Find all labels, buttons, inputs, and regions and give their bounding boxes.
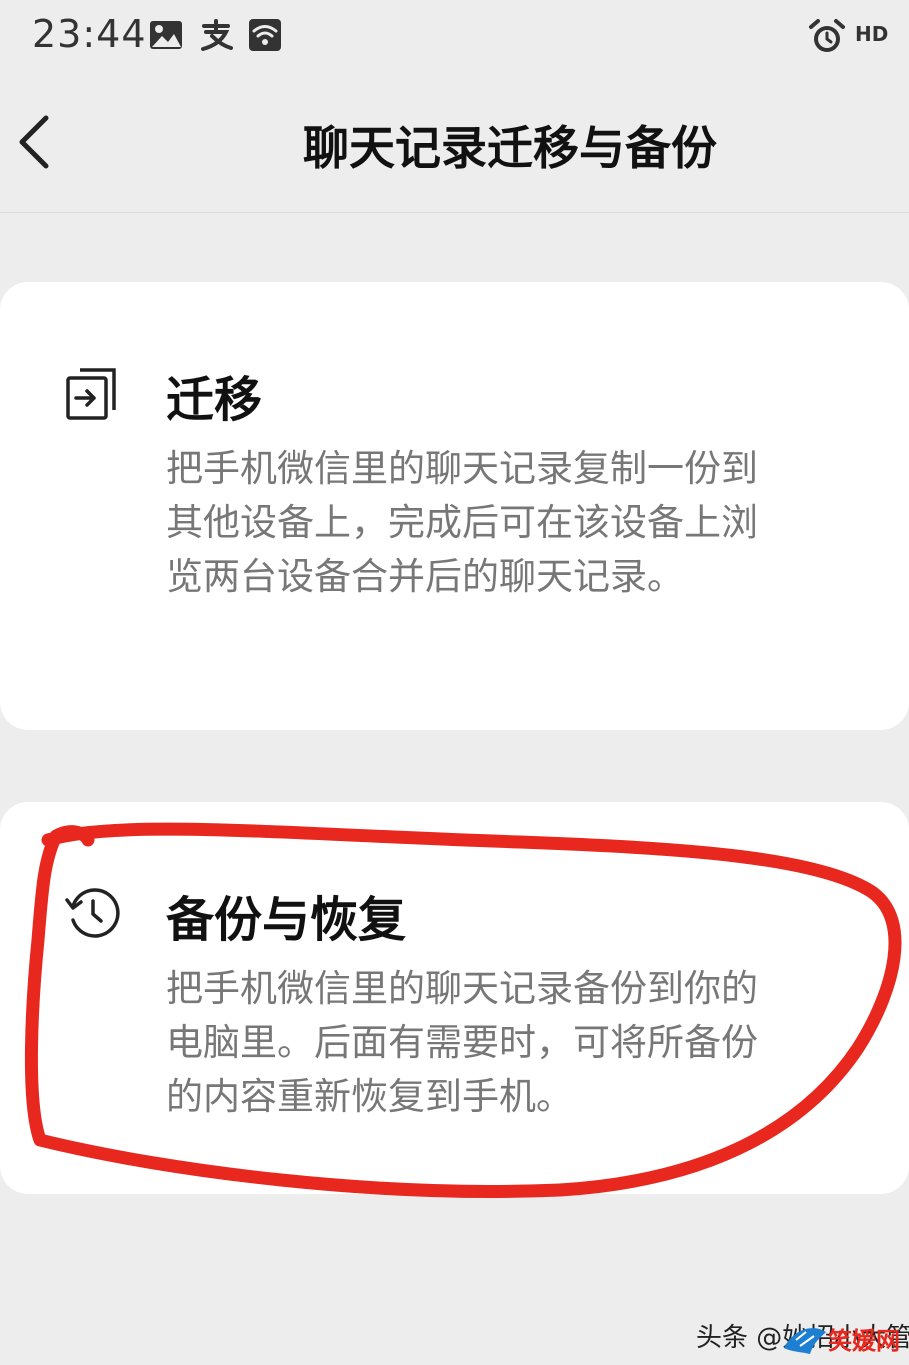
status-time: 23:44: [32, 12, 147, 56]
back-button[interactable]: [8, 106, 68, 176]
migrate-option[interactable]: 迁移 把手机微信里的聊天记录复制一份到其他设备上，完成后可在该设备上浏览两台设备…: [0, 282, 909, 730]
history-icon: [65, 888, 120, 938]
page-title: 聊天记录迁移与备份: [303, 121, 717, 175]
image-icon: [150, 21, 182, 49]
backup-restore-description: 把手机微信里的聊天记录备份到你的电脑里。后面有需要时，可将所备份的内容重新恢复到…: [166, 967, 758, 1118]
site-logo-text: 笑媛网: [828, 1327, 900, 1355]
status-bar: 23:44 HD: [0, 0, 909, 76]
hd-indicator: HD: [855, 22, 889, 46]
site-logo-icon: 笑媛网: [784, 1327, 900, 1355]
alipay-icon: [201, 19, 233, 51]
backup-restore-title: 备份与恢复: [166, 892, 407, 948]
nav-bar: 聊天记录迁移与备份: [0, 76, 909, 213]
wifi-icon: [249, 19, 281, 51]
backup-restore-option[interactable]: 备份与恢复 把手机微信里的聊天记录备份到你的电脑里。后面有需要时，可将所备份的内…: [0, 802, 909, 1194]
migrate-title: 迁移: [166, 372, 263, 428]
alarm-icon: [809, 19, 845, 52]
migrate-icon: [66, 368, 116, 420]
chevron-left-icon: [19, 115, 49, 169]
migrate-description: 把手机微信里的聊天记录复制一份到其他设备上，完成后可在该设备上浏览两台设备合并后…: [166, 447, 758, 598]
